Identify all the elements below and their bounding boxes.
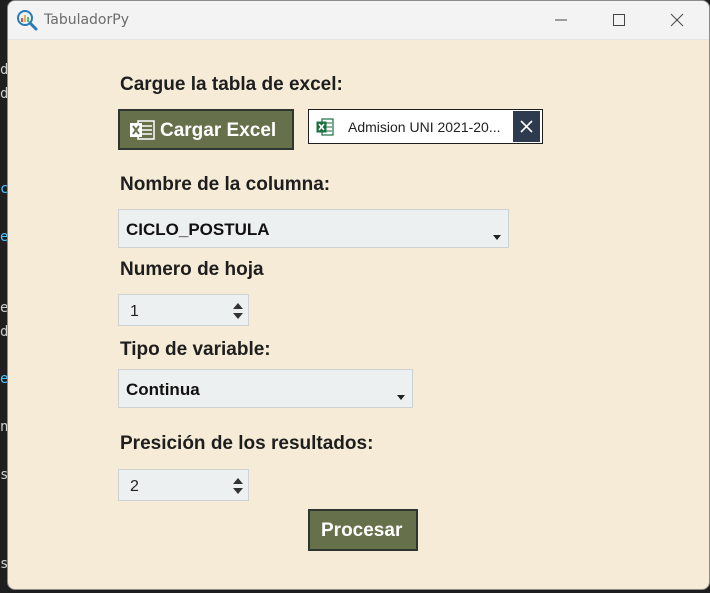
precision-input[interactable]: 2 — [118, 469, 249, 501]
spin-down-icon[interactable] — [233, 488, 243, 494]
precision-value: 2 — [130, 478, 139, 495]
variable-type-select[interactable]: Continua — [118, 369, 413, 408]
upload-label: Cargue la tabla de excel: — [120, 74, 343, 95]
excel-icon — [316, 118, 334, 136]
window-title: TabuladorPy — [44, 12, 129, 28]
column-select[interactable]: CICLO_POSTULA — [118, 209, 509, 248]
remove-file-button[interactable] — [513, 111, 540, 142]
app-window: TabuladorPy Cargue la tabla de excel: Ca… — [7, 0, 710, 590]
close-window-button[interactable] — [648, 1, 706, 39]
minimize-icon — [555, 19, 567, 21]
sheet-number-input[interactable]: 1 — [118, 294, 249, 326]
variable-type-label: Tipo de variable: — [120, 339, 271, 360]
selected-file-chip: Admision UNI 2021-20... — [308, 109, 543, 144]
maximize-icon — [613, 14, 625, 26]
title-bar[interactable]: TabuladorPy — [8, 1, 709, 40]
spin-up-icon[interactable] — [233, 478, 243, 484]
column-select-value: CICLO_POSTULA — [126, 220, 270, 239]
close-icon — [520, 120, 533, 133]
variable-type-value: Continua — [126, 380, 200, 399]
spin-up-icon[interactable] — [233, 303, 243, 309]
minimize-button[interactable] — [532, 1, 590, 39]
column-label: Nombre de la columna: — [120, 174, 331, 195]
file-name: Admision UNI 2021-20... — [348, 119, 501, 135]
load-excel-button[interactable]: Cargar Excel — [118, 109, 294, 150]
excel-icon — [130, 120, 155, 140]
close-icon — [670, 13, 684, 27]
chevron-down-icon — [493, 235, 501, 240]
process-button[interactable]: Procesar — [308, 509, 418, 551]
load-excel-label: Cargar Excel — [160, 120, 277, 141]
maximize-button[interactable] — [590, 1, 648, 39]
spin-down-icon[interactable] — [233, 313, 243, 319]
sheet-label: Numero de hoja — [120, 259, 264, 280]
sheet-number-value: 1 — [130, 303, 139, 320]
precision-label: Presición de los resultados: — [120, 433, 374, 454]
magnifier-chart-icon — [17, 10, 38, 31]
process-button-label: Procesar — [321, 520, 403, 541]
chevron-down-icon — [397, 395, 405, 400]
